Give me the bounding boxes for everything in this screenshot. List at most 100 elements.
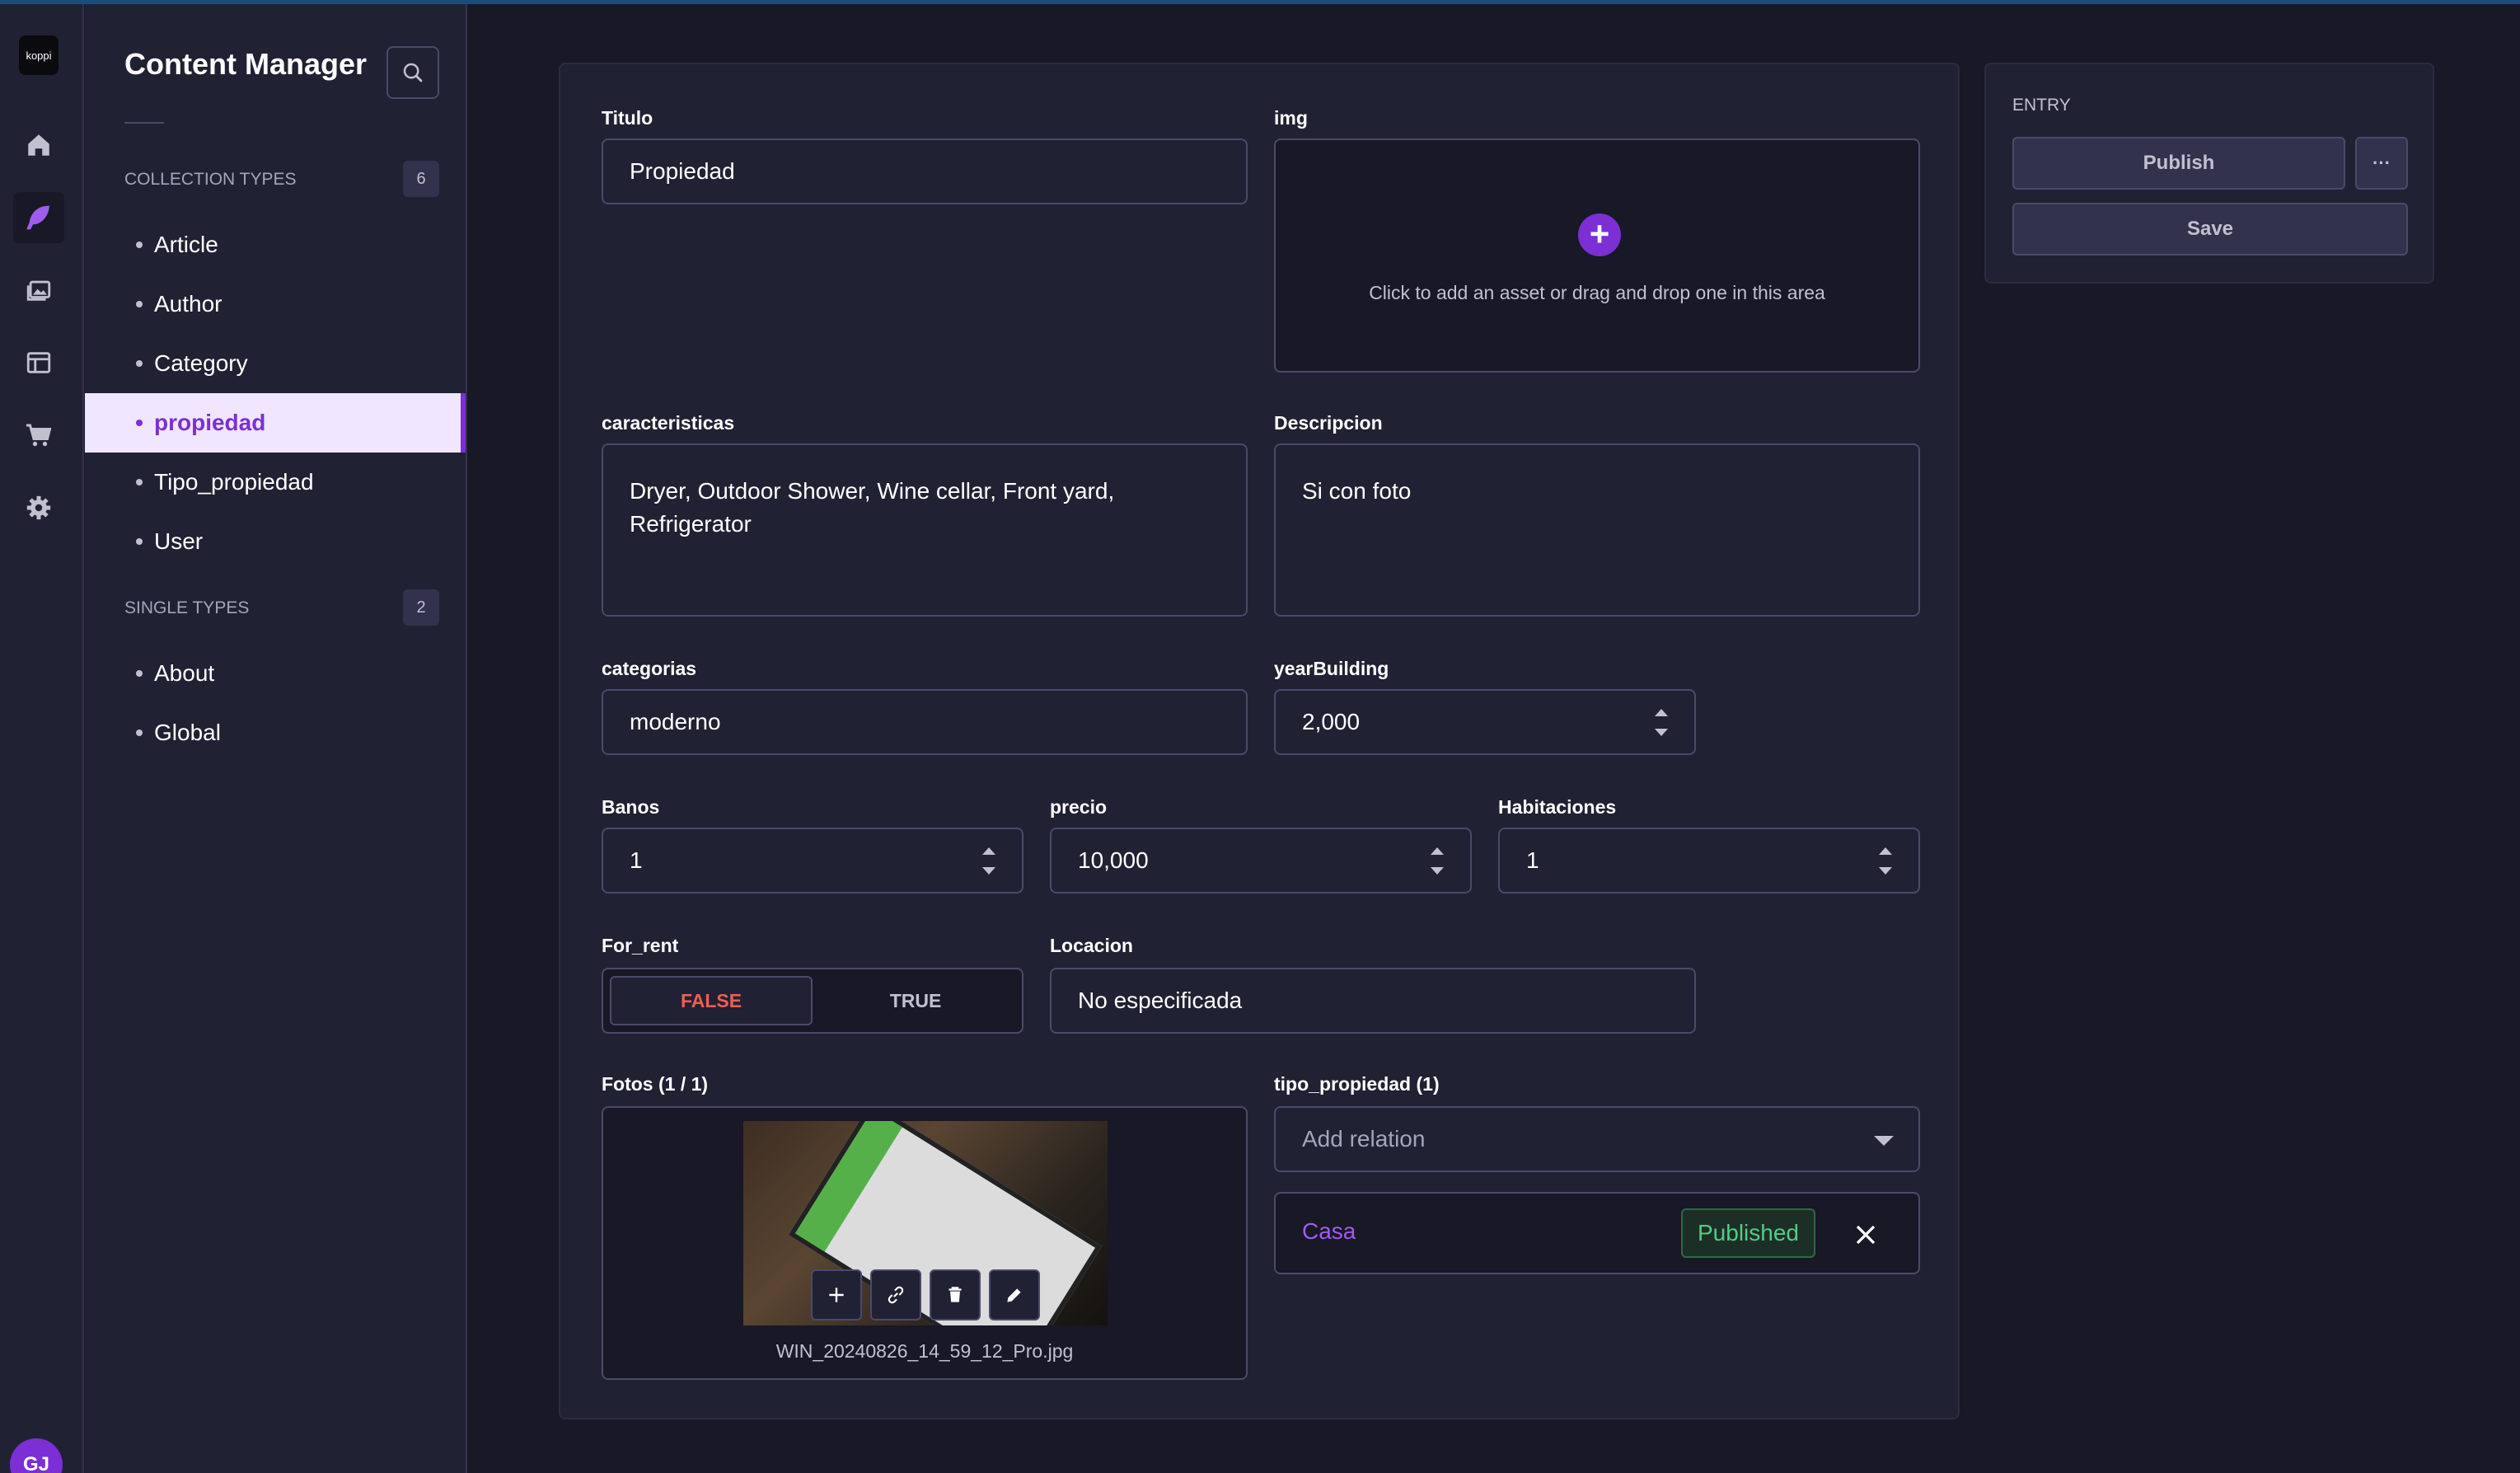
habitaciones-stepper[interactable] (1876, 841, 1895, 882)
sidebar-item-category[interactable]: Category (85, 334, 466, 393)
relation-item-link[interactable]: Casa (1302, 1218, 1356, 1245)
caracteristicas-textarea[interactable]: Dryer, Outdoor Shower, Wine cellar, Fron… (602, 443, 1248, 617)
titulo-input[interactable]: Propiedad (602, 138, 1248, 204)
sidebar-item-label: Article (154, 232, 218, 257)
home-icon[interactable] (13, 120, 64, 171)
single-types-label: SINGLE TYPES (124, 598, 250, 617)
yearbuilding-value: 2,000 (1302, 709, 1361, 734)
increment-arrow-icon[interactable] (982, 847, 995, 855)
add-relation-placeholder: Add relation (1302, 1126, 1426, 1152)
feather-content-manager-icon[interactable] (13, 192, 64, 243)
precio-stepper[interactable] (1427, 841, 1447, 882)
sidebar-item-propiedad[interactable]: propiedad (85, 393, 466, 453)
descripcion-textarea[interactable]: Si con foto (1274, 443, 1920, 617)
img-dropzone[interactable]: + Click to add an asset or drag and drop… (1274, 138, 1920, 373)
for-rent-true-option[interactable]: TRUE (814, 976, 1017, 1025)
tipo-propiedad-label: tipo_propiedad (1) (1274, 1073, 1440, 1095)
locacion-input[interactable]: No especificada (1050, 968, 1696, 1034)
add-relation-select[interactable]: Add relation (1274, 1106, 1920, 1172)
bullet (136, 360, 143, 367)
locacion-label: Locacion (1050, 935, 1133, 956)
sidebar-search-button[interactable] (386, 46, 439, 99)
sidebar-item-author[interactable]: Author (85, 274, 466, 334)
banos-value: 1 (630, 847, 643, 873)
publish-button[interactable]: Publish (2012, 137, 2345, 190)
categorias-input[interactable]: moderno (602, 689, 1248, 755)
pencil-icon (1007, 1288, 1021, 1302)
decrement-arrow-icon[interactable] (982, 867, 995, 875)
fotos-label: Fotos (1 / 1) (602, 1073, 709, 1095)
precio-number-input[interactable]: 10,000 (1050, 828, 1472, 894)
add-photo-button[interactable] (811, 1269, 862, 1321)
sidebar-item-label: Tipo_propiedad (154, 469, 314, 495)
bullet (136, 301, 143, 307)
sidebar-item-label: propiedad (154, 410, 266, 435)
app-logo[interactable]: koppi (19, 35, 59, 75)
more-actions-button[interactable]: ··· (2355, 137, 2408, 190)
remove-relation-button[interactable] (1849, 1218, 1882, 1251)
content-type-builder-icon[interactable] (13, 337, 64, 388)
yearbuilding-label: yearBuilding (1274, 658, 1389, 679)
status-badge: Published (1681, 1208, 1815, 1258)
yearbuilding-number-input[interactable]: 2,000 (1274, 689, 1696, 755)
precio-label: precio (1050, 796, 1108, 818)
add-asset-plus-icon[interactable]: + (1578, 213, 1621, 256)
bullet (136, 729, 143, 736)
sidebar-item-user[interactable]: User (85, 512, 466, 571)
habitaciones-value: 1 (1526, 847, 1539, 873)
sidebar-item-about[interactable]: About (85, 644, 466, 703)
collection-types-label: COLLECTION TYPES (124, 170, 297, 189)
banos-number-input[interactable]: 1 (602, 828, 1023, 894)
plus-icon (829, 1288, 844, 1302)
sidebar-title: Content Manager (124, 47, 368, 81)
decrement-arrow-icon[interactable] (1655, 729, 1668, 736)
entry-panel: ENTRY Publish ··· Save (1984, 63, 2434, 284)
for-rent-toggle: FALSE TRUE (602, 968, 1023, 1034)
copy-link-button[interactable] (870, 1269, 921, 1321)
main-nav-rail: koppi GJ (0, 4, 84, 1473)
descripcion-label: Descripcion (1274, 412, 1383, 434)
chevron-down-icon[interactable] (1874, 1136, 1894, 1146)
dropzone-hint: Click to add an asset or drag and drop o… (1369, 282, 1825, 303)
bullet (136, 420, 143, 426)
sidebar-item-global[interactable]: Global (85, 703, 466, 762)
relation-item: Casa Published (1274, 1192, 1920, 1274)
sidebar-item-label: User (154, 528, 204, 554)
yearbuilding-stepper[interactable] (1651, 702, 1671, 744)
habitaciones-number-input[interactable]: 1 (1498, 828, 1920, 894)
for-rent-false-option[interactable]: FALSE (610, 976, 813, 1025)
user-avatar[interactable]: GJ (10, 1438, 63, 1473)
titulo-label: Titulo (602, 107, 653, 129)
increment-arrow-icon[interactable] (1879, 847, 1892, 855)
caracteristicas-label: caracteristicas (602, 412, 735, 434)
for-rent-label: For_rent (602, 935, 679, 956)
single-types-count: 2 (403, 589, 439, 626)
delete-photo-button[interactable] (930, 1269, 981, 1321)
sidebar-item-label: Global (154, 720, 221, 745)
collection-types-count: 6 (403, 161, 439, 197)
decrement-arrow-icon[interactable] (1879, 867, 1892, 875)
marketplace-cart-icon[interactable] (13, 410, 64, 461)
increment-arrow-icon[interactable] (1431, 847, 1444, 855)
bullet (136, 479, 143, 486)
settings-gear-icon[interactable] (13, 482, 64, 533)
banos-stepper[interactable] (979, 841, 999, 882)
save-button[interactable]: Save (2012, 203, 2408, 256)
sidebar-divider (124, 122, 164, 124)
edit-photo-button[interactable] (989, 1269, 1040, 1321)
bullet (136, 670, 143, 677)
img-label: img (1274, 107, 1308, 129)
search-icon (403, 63, 423, 82)
sidebar-item-article[interactable]: Article (85, 215, 466, 274)
sidebar-item-tipo-propiedad[interactable]: Tipo_propiedad (85, 453, 466, 512)
bullet (136, 242, 143, 248)
photo-filename: WIN_20240826_14_59_12_Pro.jpg (775, 1340, 1074, 1362)
decrement-arrow-icon[interactable] (1431, 867, 1444, 875)
habitaciones-label: Habitaciones (1498, 796, 1617, 818)
link-icon (888, 1286, 904, 1304)
precio-value: 10,000 (1078, 847, 1149, 873)
increment-arrow-icon[interactable] (1655, 709, 1668, 716)
content-manager-sidebar: Content Manager COLLECTION TYPES 6 Artic… (85, 4, 467, 1473)
banos-label: Banos (602, 796, 660, 818)
media-library-icon[interactable] (13, 265, 64, 316)
